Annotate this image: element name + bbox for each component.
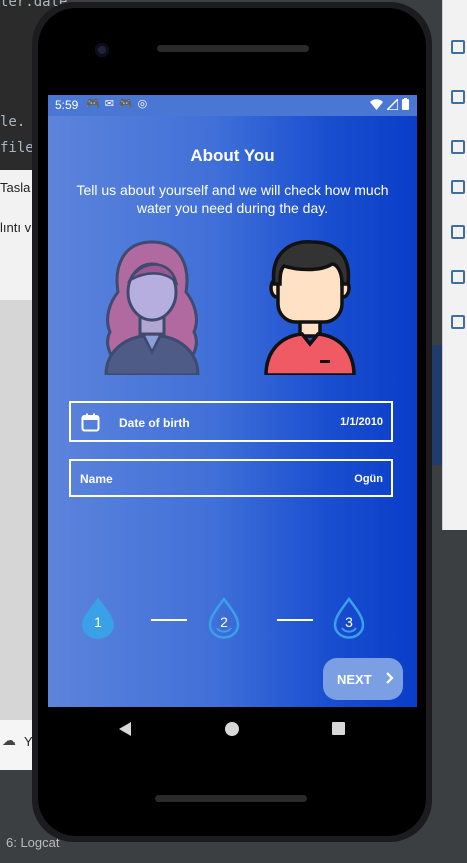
step-number: 3 — [345, 614, 353, 630]
step-number: 2 — [220, 614, 228, 630]
female-avatar-icon[interactable] — [100, 240, 204, 375]
android-nav-bar — [48, 707, 417, 752]
ide-panel-tab[interactable]: Tasla — [0, 180, 30, 195]
step-2[interactable]: 2 — [206, 595, 242, 641]
next-button-label: NEXT — [337, 672, 372, 687]
chevron-right-icon — [386, 672, 394, 684]
step-indicator: 1 2 3 — [48, 595, 417, 645]
recents-icon[interactable] — [332, 722, 345, 735]
ide-right-toolbar — [442, 0, 467, 530]
ide-code-line: file — [0, 140, 34, 156]
step-connector — [277, 619, 313, 621]
page-subtitle: Tell us about yourself and we will check… — [76, 182, 389, 216]
page-title: About You — [190, 146, 275, 165]
ide-preview-strip — [432, 345, 442, 465]
speaker-grille — [157, 45, 309, 52]
battery-icon — [402, 98, 409, 110]
home-icon[interactable] — [225, 722, 239, 736]
name-field[interactable]: Name Ogün — [69, 459, 393, 497]
speaker-grille-bottom — [155, 795, 307, 802]
mail-icon: ✉ — [104, 98, 114, 110]
back-icon[interactable] — [118, 721, 132, 737]
logcat-tab[interactable]: 6: Logcat — [6, 835, 60, 850]
tool-icon[interactable] — [451, 225, 465, 239]
camera-icon — [95, 43, 109, 57]
wifi-icon — [370, 98, 383, 110]
step-connector — [151, 619, 187, 621]
gamepad-icon: 🎮 — [86, 98, 100, 110]
status-bar: 5:59 🎮 ✉ 🎮 ◎ — [48, 95, 417, 116]
ide-panel-text: lıntı v — [0, 220, 32, 235]
tool-icon[interactable] — [451, 140, 465, 154]
name-value: Ogün — [354, 473, 383, 485]
tool-icon[interactable] — [451, 90, 465, 104]
step-3[interactable]: 3 — [331, 595, 367, 641]
sync-icon: ◎ — [137, 98, 148, 110]
signal-icon — [387, 98, 398, 110]
gamepad-icon: 🎮 — [118, 98, 133, 110]
tool-icon[interactable] — [451, 40, 465, 54]
notification-icons: 🎮 ✉ 🎮 ◎ — [86, 97, 147, 110]
system-icons — [370, 98, 409, 110]
ide-code-line: le. — [0, 114, 26, 130]
app-screen: 5:59 🎮 ✉ 🎮 ◎ About You Tell us about you… — [48, 95, 417, 707]
step-1[interactable]: 1 — [80, 595, 116, 641]
calendar-icon — [81, 413, 100, 432]
name-label: Name — [80, 472, 113, 486]
cloud-icon[interactable]: ☁ — [2, 732, 16, 749]
tool-icon[interactable] — [451, 315, 465, 329]
status-time: 5:59 — [55, 98, 79, 112]
date-of-birth-value: 1/1/2010 — [340, 416, 383, 428]
tool-icon[interactable] — [451, 180, 465, 194]
date-of-birth-label: Date of birth — [119, 416, 190, 430]
male-avatar-icon[interactable] — [262, 240, 358, 375]
next-button[interactable]: NEXT — [323, 658, 403, 700]
tool-icon[interactable] — [451, 270, 465, 284]
step-number: 1 — [94, 614, 102, 630]
date-of-birth-field[interactable]: Date of birth 1/1/2010 — [69, 401, 393, 442]
